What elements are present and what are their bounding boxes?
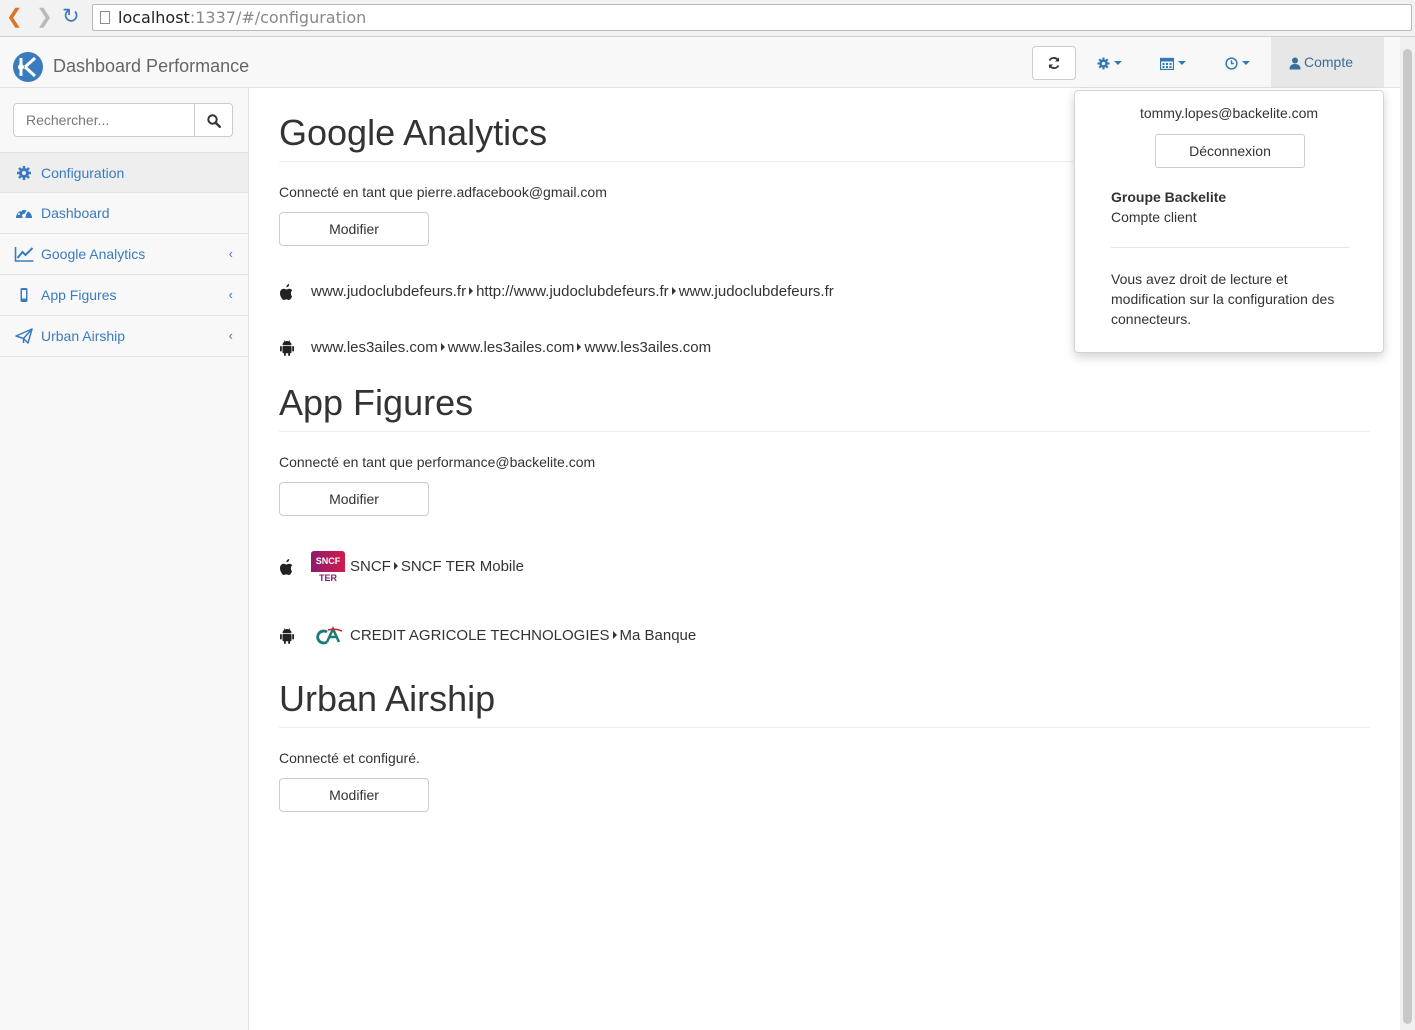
caret-right-icon <box>469 287 474 296</box>
sidebar-item-app-figures[interactable]: App Figures ‹ <box>0 275 248 316</box>
divider <box>279 727 1370 728</box>
search-button[interactable] <box>194 103 233 137</box>
divider <box>1111 247 1349 248</box>
credit-agricole-logo <box>316 626 343 645</box>
caret-right-icon <box>440 343 445 352</box>
permissions-description: Vous avez droit de lecture et modificati… <box>1111 271 1335 327</box>
caret-down-icon <box>1242 61 1250 66</box>
sidebar-item-label: Google Analytics <box>41 246 146 262</box>
mobile-icon <box>20 288 28 302</box>
user-email: tommy.lopes@backelite.com <box>1139 105 1319 121</box>
gear-icon <box>1097 57 1110 70</box>
page-icon <box>100 11 110 24</box>
caret-right-icon <box>671 287 676 296</box>
sidebar-item-label: App Figures <box>41 287 117 303</box>
back-arrow-icon[interactable]: ❮ <box>6 6 23 28</box>
connection-status: Connecté en tant que performance@backeli… <box>279 454 596 470</box>
logout-button[interactable]: Déconnexion <box>1155 134 1305 168</box>
top-navbar: Dashboard Performance Compte <box>0 37 1413 88</box>
modify-button[interactable]: Modifier <box>279 212 429 246</box>
section-title-google-analytics: Google Analytics <box>279 112 548 153</box>
sidebar-search <box>13 103 233 137</box>
settings-dropdown[interactable] <box>1097 37 1122 87</box>
url-text[interactable]: localhost:1337/#/configuration <box>118 8 366 27</box>
sidebar-item-label: Urban Airship <box>41 328 126 344</box>
apple-icon <box>280 559 293 575</box>
address-bar[interactable]: localhost:1337/#/configuration <box>92 4 1412 31</box>
backelite-logo-icon[interactable] <box>12 51 44 83</box>
reload-icon[interactable]: ↻ <box>62 6 80 28</box>
paper-plane-icon <box>15 328 33 344</box>
app-path: CREDIT AGRICOLE TECHNOLOGIES Ma Banque <box>350 627 697 644</box>
refresh-button[interactable] <box>1032 46 1076 80</box>
connection-status: Connecté en tant que pierre.adfacebook@g… <box>279 184 607 200</box>
account-label: Compte <box>1304 54 1354 70</box>
sncf-ter-logo: SNCF TER <box>311 551 345 585</box>
clock-icon <box>1225 57 1238 70</box>
sidebar: Configuration Dashboard Google Analytics… <box>0 88 249 1030</box>
user-icon <box>1289 57 1301 70</box>
property-path: www.les3ailes.com www.les3ailes.com www.le… <box>311 339 712 356</box>
sidebar-item-google-analytics[interactable]: Google Analytics ‹ <box>0 234 248 275</box>
calendar-dropdown[interactable] <box>1159 37 1186 87</box>
chevron-left-icon: ‹ <box>228 246 233 261</box>
app-title[interactable]: Dashboard Performance <box>53 56 249 77</box>
time-dropdown[interactable] <box>1225 37 1250 87</box>
modify-button[interactable]: Modifier <box>279 778 429 812</box>
search-icon <box>206 114 221 129</box>
forward-arrow-icon[interactable]: ❯ <box>36 6 53 28</box>
refresh-icon <box>1048 56 1060 69</box>
group-name: Groupe Backelite <box>1111 189 1227 205</box>
android-icon <box>280 340 294 356</box>
caret-right-icon <box>393 562 398 571</box>
scrollbar-thumb[interactable] <box>1403 49 1412 1024</box>
caret-right-icon <box>612 631 617 640</box>
caret-down-icon <box>1178 61 1186 66</box>
caret-down-icon <box>1114 61 1122 66</box>
sidebar-item-label: Dashboard <box>41 205 110 221</box>
section-title-app-figures: App Figures <box>279 382 474 423</box>
sidebar-item-label: Configuration <box>41 165 125 181</box>
chevron-left-icon: ‹ <box>228 287 233 302</box>
app-path: SNCF SNCF TER Mobile <box>350 558 524 575</box>
gear-icon <box>17 166 31 180</box>
browser-toolbar: ❮ ❯ ↻ localhost:1337/#/configuration <box>0 0 1415 37</box>
sidebar-item-urban-airship[interactable]: Urban Airship ‹ <box>0 316 248 357</box>
sidebar-item-configuration[interactable]: Configuration <box>0 152 248 193</box>
property-path: www.judoclubdefeurs.fr http://www.judoclu… <box>311 283 834 300</box>
line-chart-icon <box>14 247 34 262</box>
search-input[interactable] <box>13 103 195 137</box>
android-icon <box>280 628 294 644</box>
account-dropdown: tommy.lopes@backelite.com Déconnexion Gr… <box>1074 90 1384 353</box>
connection-status: Connecté et configuré. <box>279 750 420 766</box>
calendar-icon <box>1159 57 1175 70</box>
chevron-left-icon: ‹ <box>228 328 233 343</box>
divider <box>279 431 1370 432</box>
sidebar-menu: Configuration Dashboard Google Analytics… <box>0 152 248 357</box>
sidebar-item-dashboard[interactable]: Dashboard <box>0 193 248 234</box>
modify-button[interactable]: Modifier <box>279 482 429 516</box>
scrollbar[interactable] <box>1400 37 1415 1030</box>
dashboard-icon <box>16 208 32 218</box>
account-role: Compte client <box>1111 209 1197 225</box>
account-dropdown-toggle[interactable]: Compte <box>1271 37 1384 87</box>
section-title-urban-airship: Urban Airship <box>279 678 496 719</box>
apple-icon <box>280 284 293 300</box>
caret-right-icon <box>577 343 582 352</box>
